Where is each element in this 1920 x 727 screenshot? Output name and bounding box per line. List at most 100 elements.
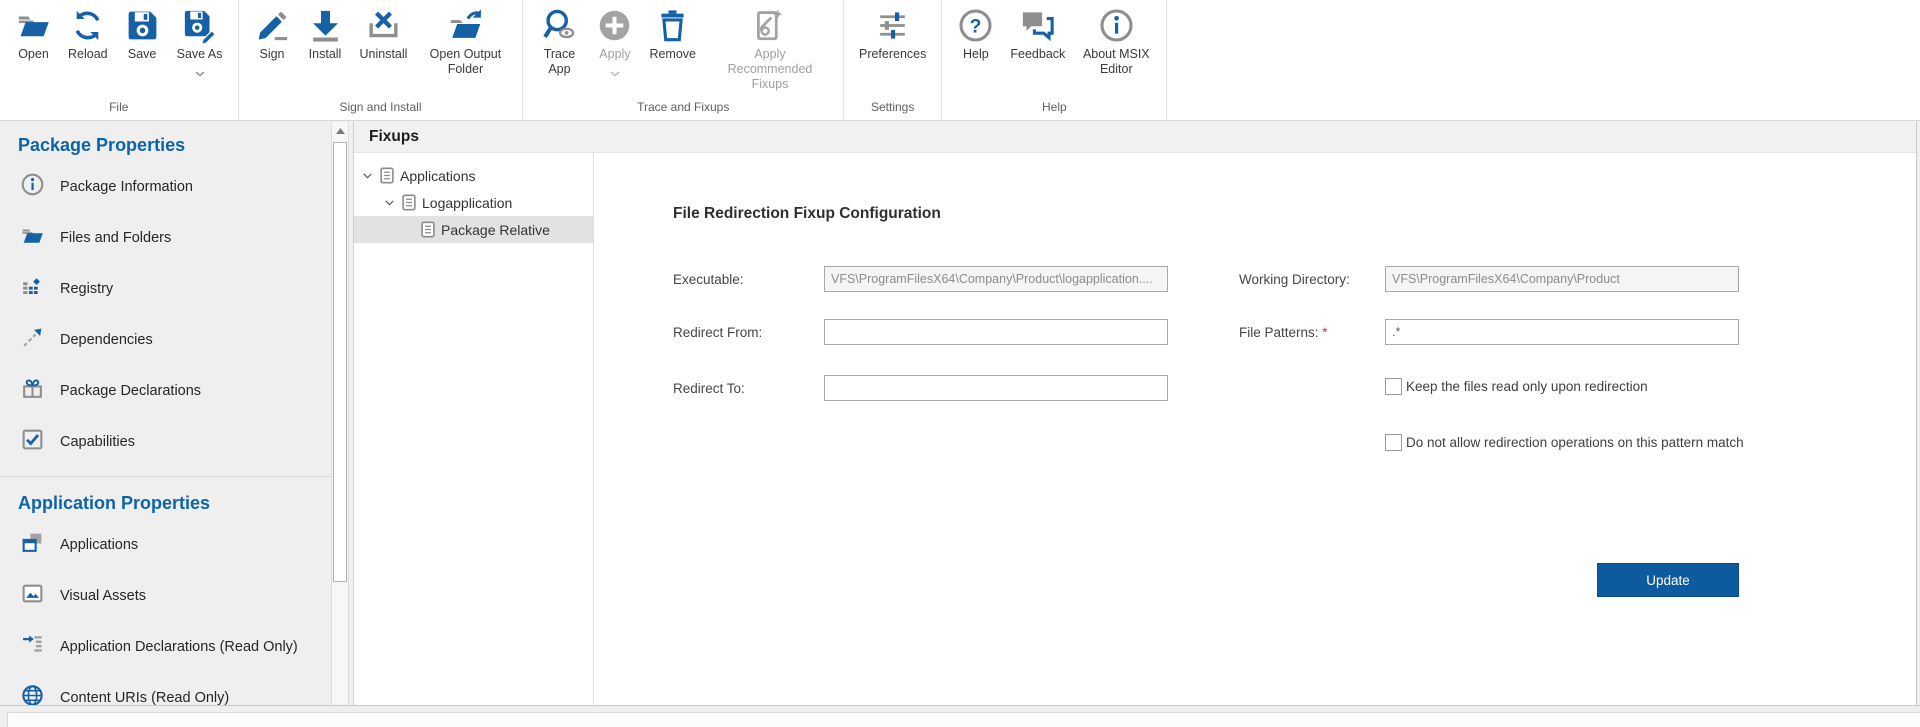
save-as-button[interactable]: Save As (174, 5, 226, 84)
sidebar-item-label: Registry (60, 281, 113, 297)
dependencies-arrow-icon (20, 325, 45, 355)
sidebar-item-label: Capabilities (60, 434, 135, 450)
tree-item-package-relative[interactable]: Package Relative (354, 216, 593, 243)
sign-button[interactable]: Sign (251, 5, 294, 64)
sidebar-item-label: Dependencies (60, 332, 153, 348)
preferences-button[interactable]: Preferences (856, 5, 929, 64)
chevron-down-icon[interactable] (361, 169, 374, 182)
feedback-button[interactable]: Feedback (1007, 5, 1068, 64)
chevron-down-icon (195, 64, 205, 82)
package-properties-heading: Package Properties (0, 122, 331, 161)
gift-icon (20, 376, 45, 406)
trace-app-button[interactable]: Trace App (535, 5, 583, 79)
globe-icon (20, 683, 45, 706)
info-circle-icon (20, 172, 45, 202)
apply-recommended-fixups-button[interactable]: Apply Recommended Fixups (709, 5, 831, 93)
chevron-down-icon[interactable] (383, 196, 396, 209)
tree-item-applications[interactable]: Applications (354, 162, 593, 189)
sidebar-item-label: Visual Assets (60, 588, 146, 604)
save-as-button-label: Save As (177, 47, 223, 62)
feedback-button-label: Feedback (1010, 47, 1065, 62)
save-button-label: Save (128, 47, 157, 62)
open-button-label: Open (18, 47, 49, 62)
update-button[interactable]: Update (1597, 563, 1739, 597)
redirect-from-field[interactable] (824, 319, 1168, 345)
file-patterns-label: File Patterns: * (1239, 325, 1328, 340)
executable-field (824, 266, 1168, 292)
sidebar-item-visual-assets[interactable]: Visual Assets (0, 570, 331, 621)
working-directory-label: Working Directory: (1239, 272, 1350, 287)
file-redirection-form: File Redirection Fixup Configuration Exe… (594, 153, 1916, 705)
sign-button-label: Sign (259, 47, 284, 62)
checkbox-check-icon (20, 427, 45, 457)
install-button-label: Install (309, 47, 342, 62)
sidebar-item-registry[interactable]: Registry (0, 263, 331, 314)
checkbox-label: Do not allow redirection operations on t… (1406, 435, 1744, 450)
no-redirection-checkbox-row: Do not allow redirection operations on t… (1385, 434, 1744, 451)
about-msix-editor-button[interactable]: About MSIX Editor (1078, 5, 1154, 79)
apply-button[interactable]: Apply (593, 5, 636, 84)
help-button-label: Help (963, 47, 989, 62)
bottom-collapsed-panel (7, 712, 1920, 727)
preferences-button-label: Preferences (859, 47, 926, 62)
sidebar-scrollbar-thumb[interactable] (333, 142, 347, 582)
tree-item-logapplication[interactable]: Logapplication (354, 189, 593, 216)
ribbon-group-trace-fixups: Trace App Apply Remove (523, 0, 844, 120)
chevron-down-icon (610, 64, 620, 82)
application-properties-heading: Application Properties (0, 477, 331, 519)
scroll-up-arrow-icon[interactable] (332, 122, 348, 140)
navigation-sidebar: Package Properties Package Information F… (0, 122, 331, 705)
sidebar-item-files-and-folders[interactable]: Files and Folders (0, 212, 331, 263)
registry-icon (20, 274, 45, 304)
reload-icon (69, 7, 106, 44)
keep-read-only-checkbox-row: Keep the files read only upon redirectio… (1385, 378, 1648, 395)
sidebar-item-applications[interactable]: Applications (0, 519, 331, 570)
no-redirection-checkbox[interactable] (1385, 434, 1402, 451)
file-patterns-field[interactable] (1385, 319, 1739, 345)
main-panel: Fixups Applications Logapplication Packa… (353, 122, 1917, 705)
uninstall-button[interactable]: Uninstall (357, 5, 411, 64)
ribbon-group-sign-install: Sign Install Uninstall (239, 0, 524, 120)
about-info-icon (1098, 7, 1135, 44)
ribbon-group-file: Open Reload Save (0, 0, 239, 120)
sign-pencil-icon (254, 7, 291, 44)
sidebar-item-package-declarations[interactable]: Package Declarations (0, 365, 331, 416)
image-icon (20, 581, 45, 611)
open-folder-icon (15, 7, 52, 44)
install-arrow-icon (307, 7, 344, 44)
uninstall-button-label: Uninstall (360, 47, 408, 62)
sidebar-item-capabilities[interactable]: Capabilities (0, 416, 331, 467)
install-button[interactable]: Install (304, 5, 347, 64)
open-output-folder-button[interactable]: Open Output Folder (420, 5, 510, 79)
help-icon: ? (957, 7, 994, 44)
save-button[interactable]: Save (121, 5, 164, 64)
checkbox-label: Keep the files read only upon redirectio… (1406, 379, 1648, 394)
keep-read-only-checkbox[interactable] (1385, 378, 1402, 395)
sidebar-item-package-information[interactable]: Package Information (0, 161, 331, 212)
sidebar-item-dependencies[interactable]: Dependencies (0, 314, 331, 365)
ribbon-group-settings: Preferences Settings (844, 0, 942, 120)
redirect-to-field[interactable] (824, 375, 1168, 401)
help-button[interactable]: ? Help (954, 5, 997, 64)
feedback-icon (1019, 7, 1056, 44)
sidebar-item-label: Application Declarations (Read Only) (60, 639, 298, 655)
form-title: File Redirection Fixup Configuration (673, 205, 941, 223)
executable-label: Executable: (673, 272, 744, 287)
ribbon-empty-space (1167, 0, 1920, 120)
trace-app-button-label: Trace App (538, 47, 580, 77)
apply-recommended-fixups-button-label: Apply Recommended Fixups (712, 47, 828, 91)
trace-app-icon (541, 7, 578, 44)
sidebar-item-content-uris[interactable]: Content URIs (Read Only) (0, 672, 331, 705)
sidebar-scrollbar[interactable] (331, 122, 349, 705)
bottom-status-bar (0, 705, 1920, 727)
sidebar-item-label: Content URIs (Read Only) (60, 690, 229, 706)
ribbon-group-settings-caption: Settings (856, 97, 929, 120)
working-directory-field (1385, 266, 1739, 292)
redirect-from-label: Redirect From: (673, 325, 762, 340)
save-as-icon (181, 7, 218, 44)
remove-button[interactable]: Remove (646, 5, 699, 64)
recommended-fixups-icon (751, 7, 788, 44)
reload-button[interactable]: Reload (65, 5, 111, 64)
open-button[interactable]: Open (12, 5, 55, 64)
sidebar-item-application-declarations[interactable]: Application Declarations (Read Only) (0, 621, 331, 672)
